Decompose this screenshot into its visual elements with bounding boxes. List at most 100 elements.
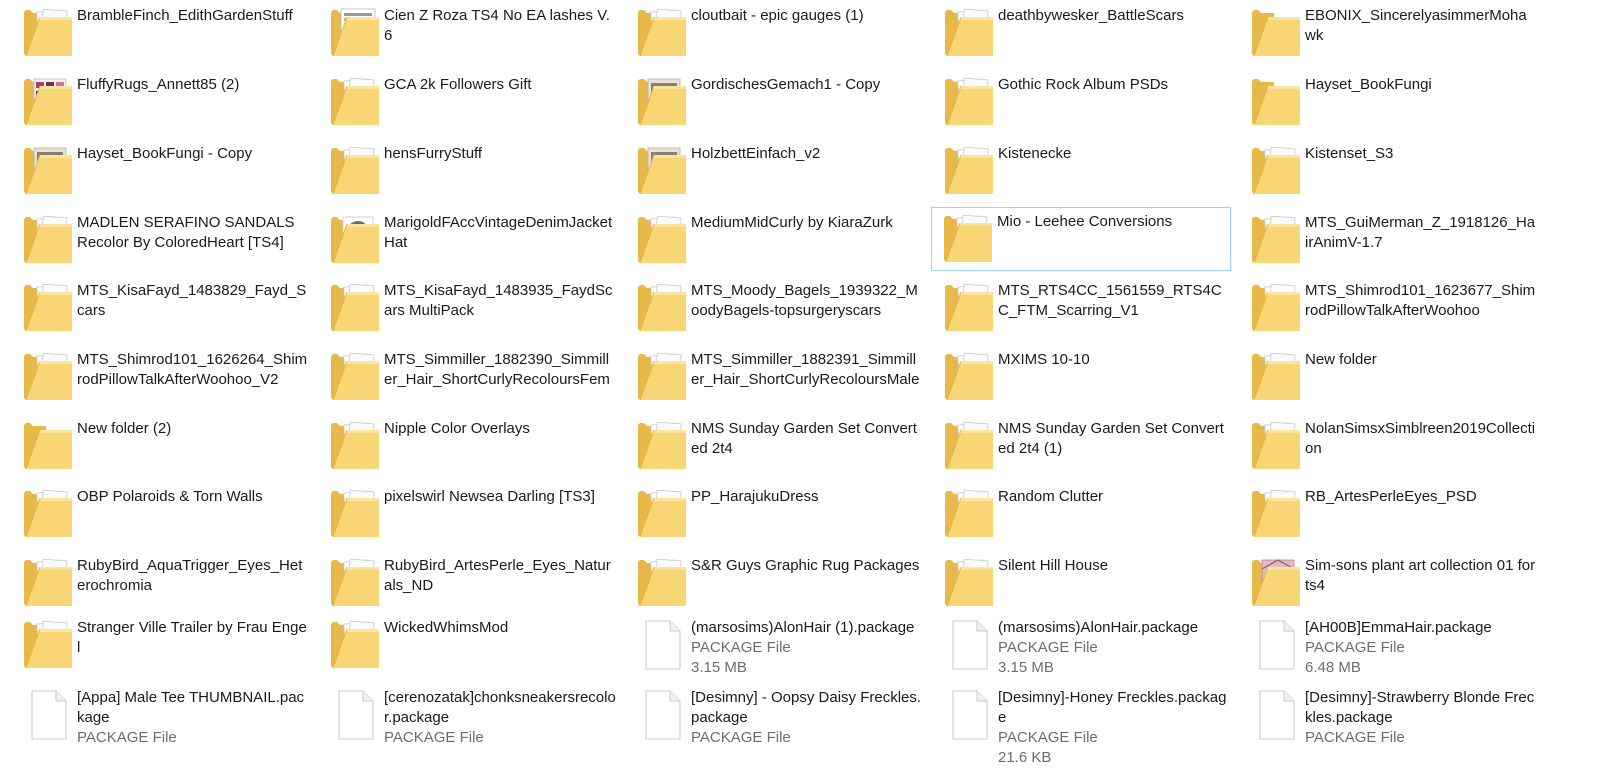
item-label: (marsosims)AlonHair (1).package PACKAGE F… <box>691 618 923 678</box>
folder-item[interactable]: FluffyRugs_Annett85 (2) <box>10 69 310 133</box>
folder-item[interactable]: BrambleFinch_EdithGardenStuff <box>10 0 310 64</box>
item-label: [Desimny]-Honey Freckles.package PACKAGE … <box>998 688 1230 768</box>
folder-item[interactable]: Stranger Ville Trailer by Frau Engel <box>10 612 310 676</box>
folder-item[interactable]: Sim-sons plant art collection 01 for ts4 <box>1238 550 1538 614</box>
folder-item[interactable]: MTS_Moody_Bagels_1939322_MoodyBagels-top… <box>624 275 924 339</box>
file-icon <box>22 689 74 741</box>
item-name: WickedWhimsMod <box>384 619 509 636</box>
folder-item[interactable]: New folder (2) <box>10 413 310 477</box>
file-item[interactable]: (marsosims)AlonHair (1).package PACKAGE F… <box>624 612 924 676</box>
item-type: PACKAGE File <box>1305 639 1405 656</box>
item-name: PP_HarajukuDress <box>691 488 819 505</box>
folder-icon <box>943 7 995 59</box>
file-icon <box>636 619 688 671</box>
folder-icon <box>636 420 688 472</box>
item-label: Hayset_BookFungi - Copy <box>77 144 309 164</box>
item-label: [Desimny] - Oopsy Daisy Freckles.package… <box>691 688 923 748</box>
folder-item[interactable]: RB_ArtesPerleEyes_PSD <box>1238 481 1538 545</box>
folder-item[interactable]: NMS Sunday Garden Set Converted 2t4 (1) <box>931 413 1231 477</box>
folder-item[interactable]: Hayset_BookFungi - Copy <box>10 138 310 202</box>
folder-item[interactable]: Kistenset_S3 <box>1238 138 1538 202</box>
item-label: deathbywesker_BattleScars <box>998 6 1230 26</box>
item-type: PACKAGE File <box>1305 729 1405 746</box>
folder-icon <box>636 557 688 609</box>
item-name: MXIMS 10-10 <box>998 351 1090 368</box>
item-type: PACKAGE File <box>691 639 791 656</box>
item-name: MarigoldFAccVintageDenimJacket Hat <box>384 214 613 251</box>
folder-icon <box>636 488 688 540</box>
folder-item[interactable]: WickedWhimsMod <box>317 612 617 676</box>
item-label: S&R Guys Graphic Rug Packages <box>691 556 923 576</box>
item-label: MTS_Shimrod101_1626264_ShimrodPillowTalk… <box>77 350 309 390</box>
item-name: [Desimny]-Strawberry Blonde Freckles.pac… <box>1305 689 1535 726</box>
file-item[interactable]: [Appa] Male Tee THUMBNAIL.package PACKAGE… <box>10 682 310 746</box>
folder-item[interactable]: GCA 2k Followers Gift <box>317 69 617 133</box>
file-item[interactable]: (marsosims)AlonHair.package PACKAGE File 3… <box>931 612 1231 676</box>
folder-item[interactable]: MTS_Shimrod101_1623677_ShimrodPillowTalk… <box>1238 275 1538 339</box>
folder-item[interactable]: Gothic Rock Album PSDs <box>931 69 1231 133</box>
item-label: MarigoldFAccVintageDenimJacket Hat <box>384 213 616 253</box>
item-label: PP_HarajukuDress <box>691 487 923 507</box>
item-label: RB_ArtesPerleEyes_PSD <box>1305 487 1537 507</box>
folder-item[interactable]: deathbywesker_BattleScars <box>931 0 1231 64</box>
folder-item[interactable]: RubyBird_ArtesPerle_Eyes_Naturals_ND <box>317 550 617 614</box>
folder-item[interactable]: NMS Sunday Garden Set Converted 2t4 <box>624 413 924 477</box>
item-label: WickedWhimsMod <box>384 618 616 638</box>
file-item[interactable]: [Desimny]-Strawberry Blonde Freckles.pac… <box>1238 682 1538 746</box>
folder-item[interactable]: MTS_RTS4CC_1561559_RTS4CC_FTM_Scarring_V… <box>931 275 1231 339</box>
folder-item[interactable]: Silent Hill House <box>931 550 1231 614</box>
folder-item[interactable]: MediumMidCurly by KiaraZurk <box>624 207 924 271</box>
item-label: RubyBird_AquaTrigger_Eyes_Heterochromia <box>77 556 309 596</box>
folder-item[interactable]: Random Clutter <box>931 481 1231 545</box>
item-label: Hayset_BookFungi <box>1305 75 1537 95</box>
folder-item[interactable]: EBONIX_SincerelyasimmerMohawk <box>1238 0 1538 64</box>
item-label: GordischesGemach1 - Copy <box>691 75 923 95</box>
folder-item[interactable]: MTS_Simmiller_1882390_Simmiller_Hair_Sho… <box>317 344 617 408</box>
file-item[interactable]: [cerenozatak]chonksneakersrecolor.packag… <box>317 682 617 746</box>
folder-icon <box>1250 76 1302 128</box>
folder-item[interactable]: NolanSimsxSimblreen2019Collection <box>1238 413 1538 477</box>
folder-item[interactable]: MTS_KisaFayd_1483829_Fayd_Scars <box>10 275 310 339</box>
item-label: MTS_KisaFayd_1483935_FaydScars MultiPack <box>384 281 616 321</box>
folder-item[interactable]: Nipple Color Overlays <box>317 413 617 477</box>
folder-item[interactable]: MXIMS 10-10 <box>931 344 1231 408</box>
item-name: Sim-sons plant art collection 01 for ts4 <box>1305 557 1536 594</box>
folder-item[interactable]: New folder <box>1238 344 1538 408</box>
folder-item[interactable]: S&R Guys Graphic Rug Packages <box>624 550 924 614</box>
folder-item[interactable]: Hayset_BookFungi <box>1238 69 1538 133</box>
item-name: MTS_RTS4CC_1561559_RTS4CC_FTM_Scarring_V… <box>998 282 1222 319</box>
folder-item[interactable]: MTS_KisaFayd_1483935_FaydScars MultiPack <box>317 275 617 339</box>
folder-item[interactable]: GordischesGemach1 - Copy <box>624 69 924 133</box>
folder-item[interactable]: Mio - Leehee Conversions <box>931 207 1231 271</box>
folder-item[interactable]: Cien Z Roza TS4 No EA lashes V.6 <box>317 0 617 64</box>
folder-item[interactable]: hensFurryStuff <box>317 138 617 202</box>
folder-icon <box>636 76 688 128</box>
item-name: MADLEN SERAFINO SANDALS Recolor By Color… <box>77 214 295 251</box>
item-name: MTS_GuiMerman_Z_1918126_HairAnimV-1.7 <box>1305 214 1536 251</box>
folder-item[interactable]: RubyBird_AquaTrigger_Eyes_Heterochromia <box>10 550 310 614</box>
item-name: FluffyRugs_Annett85 (2) <box>77 76 240 93</box>
folder-item[interactable]: cloutbait - epic gauges (1) <box>624 0 924 64</box>
item-name: New folder <box>1305 351 1377 368</box>
file-item[interactable]: [Desimny]-Honey Freckles.package PACKAGE … <box>931 682 1231 766</box>
folder-item[interactable]: MTS_GuiMerman_Z_1918126_HairAnimV-1.7 <box>1238 207 1538 271</box>
item-label: [cerenozatak]chonksneakersrecolor.packag… <box>384 688 616 748</box>
folder-icon <box>329 76 381 128</box>
folder-item[interactable]: Kistenecke <box>931 138 1231 202</box>
file-item[interactable]: [AH00B]EmmaHair.package PACKAGE File 6.48 … <box>1238 612 1538 676</box>
folder-item[interactable]: HolzbettEinfach_v2 <box>624 138 924 202</box>
item-name: NMS Sunday Garden Set Converted 2t4 (1) <box>998 420 1224 457</box>
folder-icon <box>1250 351 1302 403</box>
folder-icon <box>636 214 688 266</box>
folder-item[interactable]: MTS_Shimrod101_1626264_ShimrodPillowTalk… <box>10 344 310 408</box>
folder-item[interactable]: MarigoldFAccVintageDenimJacket Hat <box>317 207 617 271</box>
item-name: hensFurryStuff <box>384 145 483 162</box>
item-label: MediumMidCurly by KiaraZurk <box>691 213 923 233</box>
folder-item[interactable]: MADLEN SERAFINO SANDALS Recolor By Color… <box>10 207 310 271</box>
file-item[interactable]: [Desimny] - Oopsy Daisy Freckles.package… <box>624 682 924 746</box>
folder-item[interactable]: pixelswirl Newsea Darling [TS3] <box>317 481 617 545</box>
folder-item[interactable]: PP_HarajukuDress <box>624 481 924 545</box>
folder-item[interactable]: OBP Polaroids & Torn Walls <box>10 481 310 545</box>
item-name: MTS_KisaFayd_1483829_Fayd_Scars <box>77 282 307 319</box>
folder-item[interactable]: MTS_Simmiller_1882391_Simmiller_Hair_Sho… <box>624 344 924 408</box>
